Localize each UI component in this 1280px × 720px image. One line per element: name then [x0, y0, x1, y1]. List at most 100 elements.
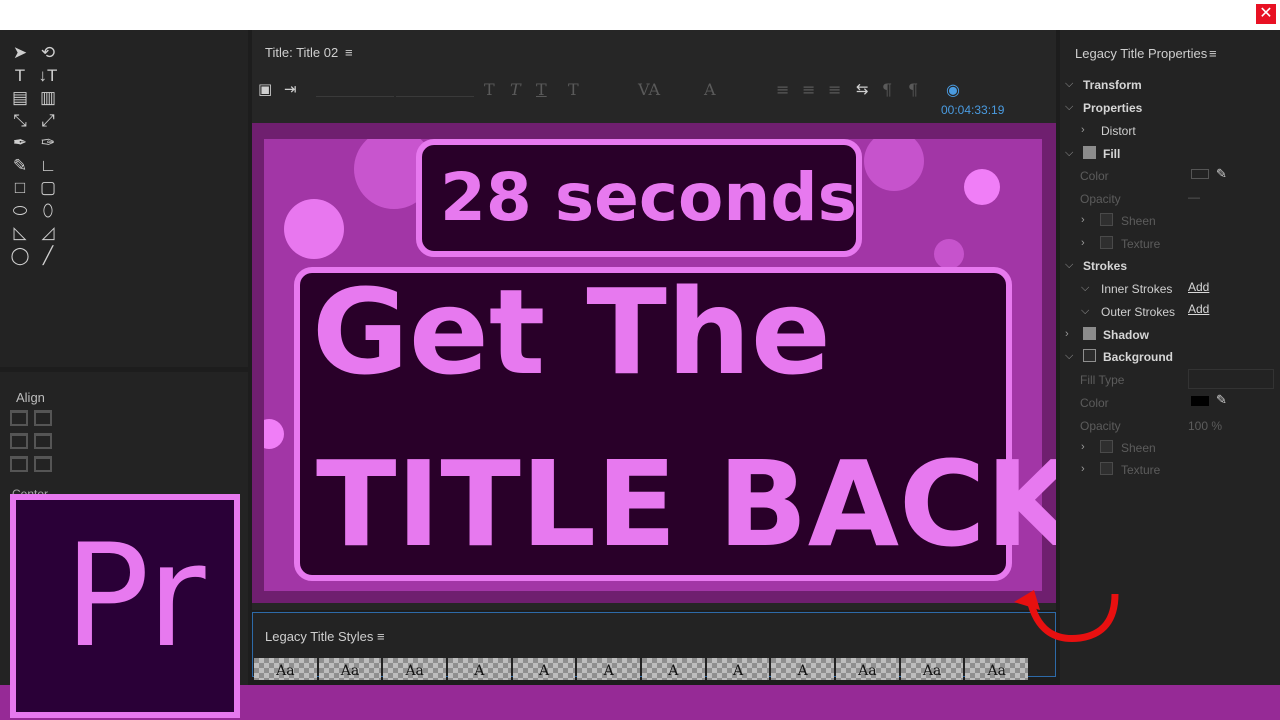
chevron-right-icon[interactable]: › — [1081, 214, 1085, 226]
delete-anchor-icon[interactable]: ✑ — [34, 133, 62, 153]
title-canvas[interactable]: 28 seconds Get The TITLE BACK — [252, 123, 1056, 603]
style-swatch[interactable]: A — [706, 658, 770, 680]
pen-icon[interactable]: ✒ — [6, 133, 34, 153]
path-type-icon[interactable]: ⤡ — [6, 111, 34, 131]
italic-icon[interactable]: T — [510, 80, 521, 99]
align-center-text-icon[interactable]: ≡ — [802, 80, 815, 99]
texture-checkbox[interactable] — [1100, 236, 1113, 249]
transform-section[interactable]: Transform — [1083, 78, 1142, 92]
vertical-area-type-icon[interactable]: ▥ — [34, 88, 62, 108]
fill-checkbox[interactable] — [1083, 146, 1096, 159]
chevron-down-icon[interactable]: ⌵ — [1081, 282, 1089, 295]
style-swatch[interactable]: Aa — [965, 658, 1029, 680]
bg-sheen-checkbox[interactable] — [1100, 440, 1113, 453]
style-swatch[interactable]: Aa — [254, 658, 317, 680]
chevron-right-icon[interactable]: › — [1081, 463, 1085, 475]
shadow-checkbox[interactable] — [1083, 327, 1096, 340]
eyedropper-icon[interactable]: ✎ — [1216, 166, 1227, 182]
font-style-dropdown[interactable] — [396, 77, 474, 97]
chevron-down-icon[interactable]: ⌵ — [1065, 101, 1073, 114]
background-color-swatch[interactable] — [1191, 396, 1209, 406]
style-swatch[interactable]: A — [577, 658, 641, 680]
arc-icon[interactable]: ◿ — [34, 223, 62, 243]
align-right-text-icon[interactable]: ≡ — [828, 80, 841, 99]
background-opacity-value[interactable]: 100 % — [1188, 419, 1222, 433]
chevron-down-icon[interactable]: ⌵ — [1065, 78, 1073, 91]
distort-section[interactable]: Distort — [1101, 124, 1136, 138]
chevron-right-icon[interactable]: › — [1081, 124, 1085, 136]
kerning-icon[interactable]: VA — [638, 80, 660, 99]
leading-icon[interactable]: A — [704, 80, 716, 99]
align-hcenter-button[interactable] — [10, 433, 28, 449]
align-vcenter-button[interactable] — [34, 433, 52, 449]
font-family-dropdown[interactable] — [316, 77, 394, 97]
vertical-type-icon[interactable]: ↓T — [34, 66, 62, 86]
align-right-button[interactable] — [10, 456, 28, 472]
chevron-right-icon[interactable]: › — [1065, 328, 1069, 340]
wedge-icon[interactable]: ◺ — [6, 223, 34, 243]
rectangle-icon[interactable]: □ — [6, 178, 34, 198]
vertical-path-type-icon[interactable]: ⤢ — [34, 111, 62, 131]
chevron-down-icon[interactable]: ⌵ — [1081, 305, 1089, 318]
style-swatch[interactable]: A — [512, 658, 576, 680]
roll-crawl-icon[interactable]: ▣ — [258, 80, 272, 98]
add-outer-stroke-link[interactable]: Add — [1188, 302, 1209, 316]
rotate-icon[interactable]: ⟲ — [34, 43, 62, 63]
align-top-button[interactable] — [34, 410, 52, 426]
style-swatch[interactable]: Aa — [383, 658, 447, 680]
clipped-rectangle-icon[interactable]: ⬭ — [6, 201, 34, 221]
title-panel-tab[interactable]: Title: Title 02 — [265, 45, 338, 60]
close-window-button[interactable]: ✕ — [1256, 4, 1276, 24]
sheen-checkbox[interactable] — [1100, 213, 1113, 226]
add-anchor-icon[interactable]: ✎ — [6, 156, 34, 176]
title-panel-menu-icon[interactable]: ≡ — [345, 45, 353, 60]
chevron-down-icon[interactable]: ⌵ — [1065, 259, 1073, 272]
chevron-right-icon[interactable]: › — [1081, 237, 1085, 249]
show-background-video-icon[interactable]: ◉ — [946, 80, 966, 99]
timecode-readout[interactable]: 00:04:33:19 — [941, 103, 1004, 117]
align-left-button[interactable] — [10, 410, 28, 426]
background-section[interactable]: Background — [1103, 350, 1173, 364]
properties-section[interactable]: Properties — [1083, 101, 1142, 115]
convert-anchor-icon[interactable]: ∟ — [34, 156, 62, 176]
chevron-down-icon[interactable]: ⌵ — [1065, 147, 1073, 160]
chevron-down-icon[interactable]: ⌵ — [1065, 350, 1073, 363]
line-icon[interactable]: ╱ — [34, 246, 62, 266]
ellipse-icon[interactable]: ◯ — [6, 246, 34, 266]
styles-panel-menu-icon[interactable]: ≡ — [377, 629, 385, 644]
style-swatch[interactable]: A — [448, 658, 511, 680]
area-type-icon[interactable]: ▤ — [6, 88, 34, 108]
tab-icon[interactable]: ⇆ — [856, 80, 869, 98]
rounded-rectangle-icon[interactable]: ▢ — [34, 178, 62, 198]
add-inner-stroke-link[interactable]: Add — [1188, 280, 1209, 294]
background-checkbox[interactable] — [1083, 349, 1096, 362]
font-size-icon[interactable]: T — [568, 80, 579, 99]
style-swatch[interactable]: Aa — [836, 658, 899, 680]
shadow-section[interactable]: Shadow — [1103, 328, 1149, 342]
properties-panel-menu-icon[interactable]: ≡ — [1209, 46, 1217, 61]
bg-texture-checkbox[interactable] — [1100, 462, 1113, 475]
rtl-icon[interactable]: ¶ — [908, 80, 918, 99]
align-bottom-button[interactable] — [34, 456, 52, 472]
bokeh-circle — [964, 169, 1000, 205]
eyedropper-icon[interactable]: ✎ — [1216, 392, 1227, 408]
type-icon[interactable]: T — [6, 66, 34, 86]
inner-strokes-label: Inner Strokes — [1101, 282, 1173, 296]
chevron-right-icon[interactable]: › — [1081, 441, 1085, 453]
selection-icon[interactable]: ➤ — [6, 43, 34, 63]
style-swatch[interactable]: Aa — [318, 658, 382, 680]
fill-color-swatch[interactable] — [1191, 169, 1209, 179]
align-left-text-icon[interactable]: ≡ — [776, 80, 789, 99]
rounded-corner-rectangle-icon[interactable]: ⬯ — [34, 201, 62, 221]
strokes-section[interactable]: Strokes — [1083, 259, 1127, 273]
ltr-icon[interactable]: ¶ — [882, 80, 892, 99]
bold-icon[interactable]: T — [484, 80, 495, 99]
fill-opacity-value[interactable]: — — [1188, 190, 1200, 204]
tab-stops-icon[interactable]: ⇥ — [284, 80, 297, 98]
fill-section[interactable]: Fill — [1103, 147, 1120, 161]
underline-icon[interactable]: T — [536, 80, 547, 99]
style-swatch[interactable]: Aa — [900, 658, 964, 680]
style-swatch[interactable]: A — [642, 658, 705, 680]
fill-type-dropdown[interactable] — [1188, 369, 1274, 389]
style-swatch[interactable]: A — [771, 658, 835, 680]
